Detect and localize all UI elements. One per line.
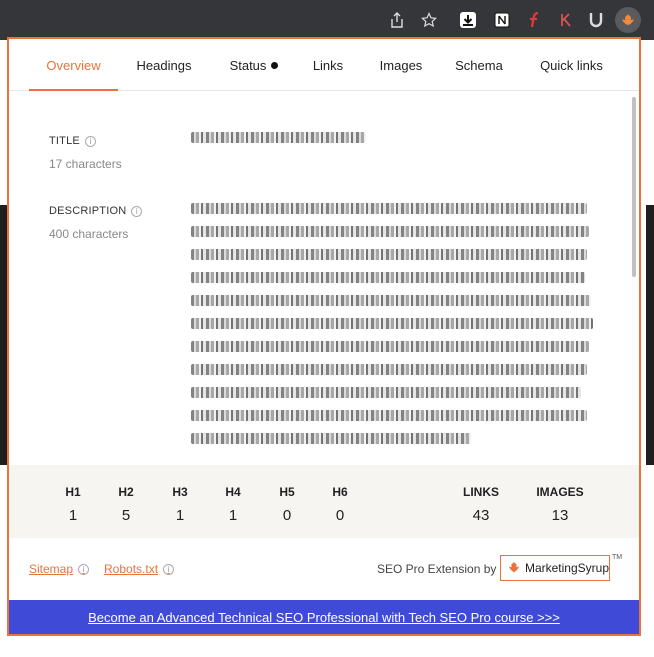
marketingsyrup-logo[interactable]: MarketingSyrup: [500, 555, 610, 581]
tab-label: Status: [229, 57, 267, 73]
description-char-count: 400 characters: [49, 227, 129, 241]
page-stats: H1 1 H2 5 H3 1 H4 1 H5 0 H6 0 LINKS 43 I…: [9, 465, 639, 538]
seo-extension-popup: Overview Headings Status Links Images Sc…: [7, 37, 641, 636]
tab-status[interactable]: Status: [219, 39, 289, 91]
page-background-edge: [646, 205, 654, 465]
status-indicator-dot: [271, 61, 279, 69]
font-extension-icon[interactable]: [524, 9, 546, 31]
tab-label: Headings: [136, 57, 192, 73]
title-value-redacted: [191, 132, 366, 143]
tech-seo-pro-course-link[interactable]: Become an Advanced Technical SEO Profess…: [88, 610, 560, 625]
trademark-mark: TM: [612, 554, 623, 561]
popup-footer: Sitemap i Robots.txt i SEO Pro Extension…: [9, 538, 639, 600]
credit-text: SEO Pro Extension by: [377, 562, 497, 576]
u-extension-icon[interactable]: [585, 9, 607, 31]
tab-label: Images: [379, 57, 423, 73]
seo-pro-extension-icon[interactable]: [615, 7, 641, 33]
tab-label: Quick links: [540, 57, 603, 73]
description-label: DESCRIPTION i: [49, 205, 143, 217]
sitemap-link[interactable]: Sitemap i: [29, 562, 90, 576]
title-char-count: 17 characters: [49, 157, 122, 171]
tab-images[interactable]: Images: [371, 39, 431, 91]
info-icon[interactable]: i: [78, 563, 90, 575]
download-extension-icon[interactable]: [457, 9, 479, 31]
tab-quick-links[interactable]: Quick links: [534, 39, 609, 91]
share-icon[interactable]: [386, 9, 408, 31]
tab-headings[interactable]: Headings: [129, 39, 199, 91]
notion-icon[interactable]: [491, 9, 513, 31]
promo-banner: Become an Advanced Technical SEO Profess…: [9, 600, 639, 634]
maple-leaf-icon: [508, 561, 520, 573]
info-icon[interactable]: i: [131, 205, 143, 217]
bookmark-star-icon[interactable]: [418, 9, 440, 31]
tab-label: Schema: [455, 57, 503, 73]
scrollbar-thumb[interactable]: [632, 97, 636, 277]
robots-txt-link[interactable]: Robots.txt i: [104, 562, 175, 576]
tab-label: Links: [312, 57, 344, 73]
title-label: TITLE i: [49, 135, 96, 147]
tab-schema[interactable]: Schema: [449, 39, 509, 91]
tab-bar: Overview Headings Status Links Images Sc…: [9, 39, 639, 91]
tab-label: Overview: [46, 57, 101, 73]
info-icon[interactable]: i: [163, 563, 175, 575]
info-icon[interactable]: i: [84, 135, 96, 147]
browser-toolbar: [0, 0, 654, 40]
tab-links[interactable]: Links: [304, 39, 352, 91]
tab-overview[interactable]: Overview: [29, 39, 118, 91]
k-extension-icon[interactable]: [555, 9, 577, 31]
